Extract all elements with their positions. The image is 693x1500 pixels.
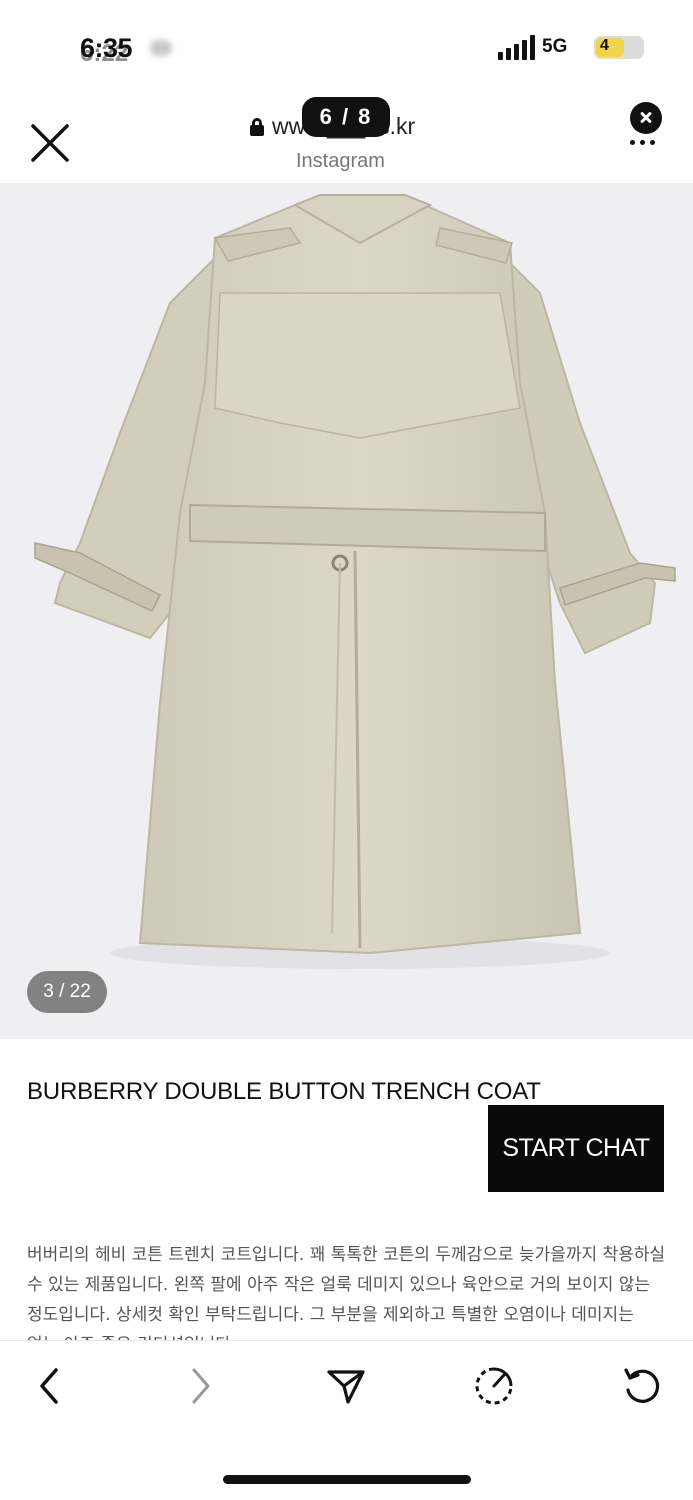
location-icon — [150, 40, 172, 56]
more-options-icon[interactable] — [630, 140, 655, 145]
battery-icon: 4 — [594, 36, 644, 59]
home-indicator[interactable] — [223, 1475, 471, 1484]
speed-icon[interactable] — [474, 1366, 514, 1406]
status-time: 6:35 — [80, 33, 133, 63]
image-counter: 3 / 22 — [27, 971, 107, 1013]
reload-icon[interactable] — [622, 1366, 662, 1406]
close-icon[interactable] — [30, 123, 70, 163]
lock-icon — [250, 117, 264, 136]
start-chat-button[interactable]: START CHAT — [488, 1105, 664, 1192]
page-indicator: 6 / 8 — [302, 97, 390, 137]
dismiss-icon[interactable] — [630, 102, 662, 134]
network-label: 5G — [542, 36, 568, 57]
share-icon[interactable] — [326, 1366, 366, 1406]
product-description: 버버리의 헤비 코튼 트렌치 코트입니다. 꽤 톡톡한 코튼의 두께감으로 늦가… — [27, 1245, 666, 1340]
product-title: BURBERRY DOUBLE BUTTON TRENCH COAT — [27, 1078, 541, 1105]
product-image[interactable] — [0, 183, 693, 1039]
trench-coat-image — [34, 194, 676, 969]
signal-icon — [498, 34, 535, 60]
forward-icon[interactable] — [180, 1366, 220, 1406]
source-label: Instagram — [296, 150, 385, 172]
back-icon[interactable] — [30, 1366, 70, 1406]
battery-level: 4 — [600, 37, 609, 54]
status-bar: 6:22 6:35 5G 4 — [0, 0, 693, 90]
